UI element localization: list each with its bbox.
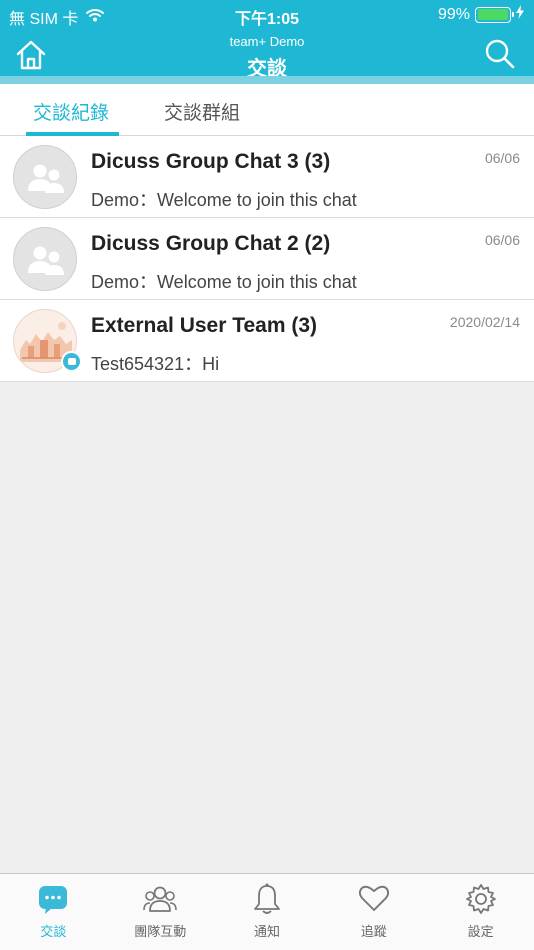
nav-label: 交談 <box>40 924 67 939</box>
conversation-title: External User Team (3) <box>91 314 318 337</box>
battery-percent: 99% <box>437 5 470 23</box>
conversation-title: Dicuss Group Chat 3 (3) <box>91 150 331 173</box>
tab-chat-groups[interactable]: 交談群組 <box>164 98 240 125</box>
conversation-date: 2020/02/14 <box>449 314 520 330</box>
nav-label: 追蹤 <box>360 924 387 939</box>
tab-chat-history[interactable]: 交談紀錄 <box>33 98 109 125</box>
heart-icon <box>358 883 390 918</box>
app-header: 無 SIM 卡 下午1:05 99% team+ Demo 交談 <box>0 0 534 84</box>
conversation-row[interactable]: Dicuss Group Chat 3 (3) Demo：Welcome to … <box>0 136 534 218</box>
header-subtitle: team+ Demo <box>229 34 305 49</box>
team-people-icon <box>143 883 177 920</box>
external-badge-icon <box>61 351 82 372</box>
segment-tabs: 交談紀錄 交談群組 <box>0 84 534 136</box>
nav-label: 團隊互動 <box>134 924 187 939</box>
group-avatar-icon <box>13 227 77 291</box>
search-icon <box>485 39 515 69</box>
conversation-last-message: Demo：Welcome to join this chat <box>91 190 357 210</box>
gear-icon <box>465 883 497 920</box>
conversation-date: 06/06 <box>484 150 520 166</box>
nav-team[interactable]: 團隊互動 <box>107 874 214 950</box>
chat-bubble-icon <box>37 883 69 920</box>
nav-chat[interactable]: 交談 <box>0 874 107 950</box>
nav-label: 通知 <box>253 924 280 939</box>
conversation-date: 06/06 <box>484 232 520 248</box>
header-stripe <box>0 76 534 84</box>
battery-icon <box>475 6 514 23</box>
bottom-tab-bar: 交談 團隊互動 通知 追蹤 設定 <box>0 873 534 950</box>
nav-notifications[interactable]: 通知 <box>214 874 321 950</box>
conversation-last-message: Demo：Welcome to join this chat <box>91 272 357 292</box>
conversation-list: Dicuss Group Chat 3 (3) Demo：Welcome to … <box>0 136 534 382</box>
conversation-row[interactable]: External User Team (3) Test654321：Hi 202… <box>0 300 534 382</box>
nav-label: 設定 <box>467 924 494 939</box>
nav-follow[interactable]: 追蹤 <box>320 874 427 950</box>
search-button[interactable] <box>484 38 516 70</box>
status-bar: 無 SIM 卡 下午1:05 99% <box>0 0 534 28</box>
conversation-last-message: Test654321：Hi <box>91 354 220 374</box>
group-avatar-icon <box>13 145 77 209</box>
charging-icon <box>516 5 524 24</box>
conversation-title: Dicuss Group Chat 2 (2) <box>91 232 331 255</box>
nav-settings[interactable]: 設定 <box>427 874 534 950</box>
conversation-row[interactable]: Dicuss Group Chat 2 (2) Demo：Welcome to … <box>0 218 534 300</box>
bell-icon <box>252 883 282 920</box>
